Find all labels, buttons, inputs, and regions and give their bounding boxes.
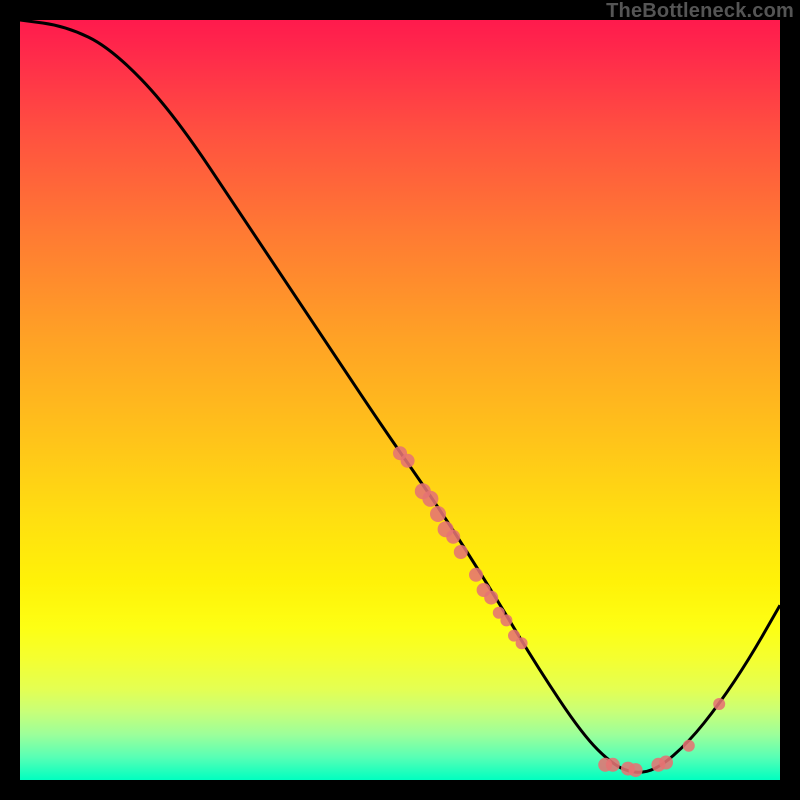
chart-svg (20, 20, 780, 780)
data-point (659, 756, 673, 770)
data-point (469, 568, 483, 582)
data-point (683, 740, 695, 752)
bottleneck-curve (20, 20, 780, 772)
data-point (446, 530, 460, 544)
data-point (430, 506, 446, 522)
data-point (422, 491, 438, 507)
chart-frame: TheBottleneck.com (0, 0, 800, 800)
data-point (606, 758, 620, 772)
data-point (500, 614, 512, 626)
data-point (516, 637, 528, 649)
data-points (393, 446, 725, 777)
data-point (454, 545, 468, 559)
plot-area (20, 20, 780, 780)
watermark-text: TheBottleneck.com (606, 0, 794, 23)
data-point (713, 698, 725, 710)
data-point (401, 454, 415, 468)
data-point (629, 763, 643, 777)
data-point (484, 591, 498, 605)
